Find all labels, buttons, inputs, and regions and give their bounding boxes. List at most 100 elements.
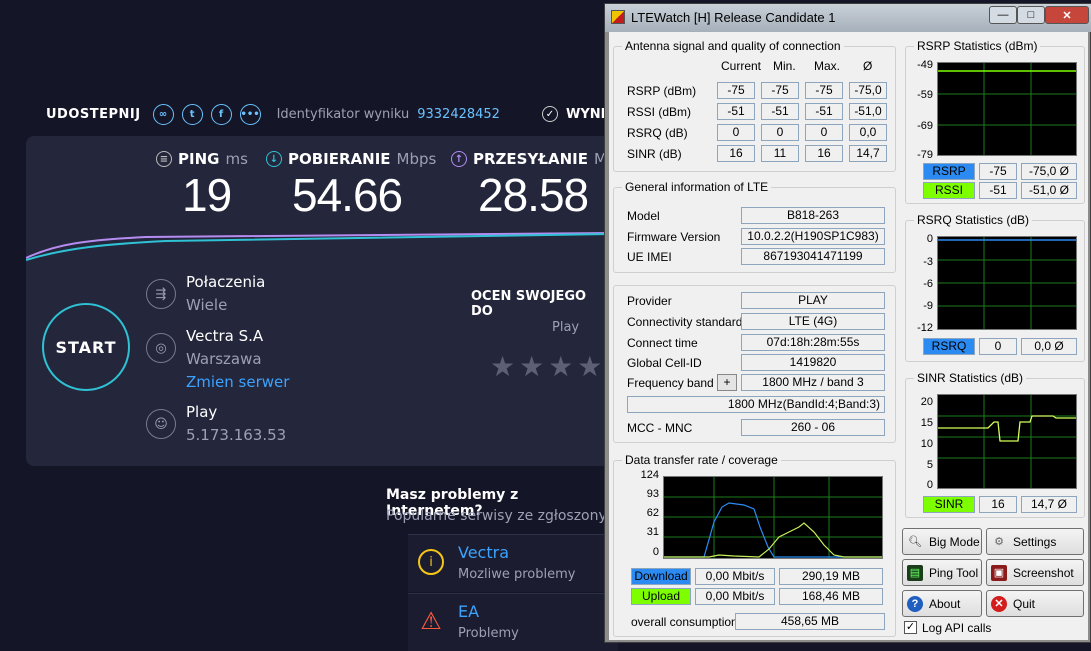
provider-value: PLAY <box>741 292 885 309</box>
download-value: 54.66 <box>292 169 403 221</box>
imei-label: UE IMEI <box>627 250 672 264</box>
download-unit: Mbps <box>396 150 437 168</box>
screenshot-icon: ▣ <box>991 564 1007 581</box>
link-icon[interactable]: ∞ <box>152 104 174 125</box>
facebook-icon[interactable]: f <box>210 104 232 125</box>
screenshot-button[interactable]: ▣ Screenshot <box>986 559 1084 586</box>
host-name: Play <box>186 403 218 421</box>
mcc-value: 260 - 06 <box>741 419 885 436</box>
connections-value[interactable]: Wiele <box>186 296 227 314</box>
rsrp-chart <box>937 62 1077 156</box>
provider-label: Provider <box>627 294 672 308</box>
settings-label: Settings <box>1013 534 1057 549</box>
ping-unit: ms <box>225 150 248 168</box>
sinr-y-tick: 5 <box>926 459 933 471</box>
result-id-label: Identyfikator wyniku <box>276 107 410 122</box>
band-detail: 1800 MHz(BandId:4;Band:3) <box>627 396 885 413</box>
model-label: Model <box>627 209 660 223</box>
download-line <box>26 233 610 261</box>
signal-value: -51 <box>761 103 799 120</box>
connect-time-label: Connect time <box>627 336 698 350</box>
header-current: Current <box>721 59 762 73</box>
rsrp-average: -75,0 Ø <box>1021 163 1077 180</box>
rate-provider-name: Play <box>552 320 580 335</box>
signal-row-label: RSSI (dBm) <box>627 105 692 119</box>
ping-header: ≡ PING ms <box>156 150 248 168</box>
cell-id-value: 1419820 <box>741 354 885 371</box>
sinr-chart <box>937 394 1077 489</box>
band-value: 1800 MHz / band 3 <box>741 374 885 391</box>
rsrp-y-tick: -79 <box>917 149 933 161</box>
model-value: B818-263 <box>741 207 885 224</box>
help-icon: ? <box>907 595 923 612</box>
rating-stars[interactable]: ★★★★ <box>490 350 606 383</box>
sinr-y-tick: 10 <box>920 438 933 450</box>
more-icon[interactable]: ••• <box>239 104 261 125</box>
transfer-y-tick: 62 <box>646 507 659 519</box>
transfer-y-tick: 93 <box>646 488 659 500</box>
firmware-label: Firmware Version <box>627 230 721 244</box>
signal-value: -51,0 <box>849 103 887 120</box>
signal-value: -51 <box>805 103 843 120</box>
gear-icon: ⚙ <box>994 536 1004 548</box>
quit-button[interactable]: ✕ Quit <box>986 590 1084 617</box>
start-button[interactable]: START <box>42 303 130 391</box>
general-group-label: General information of LTE <box>622 180 772 194</box>
signal-value: 0,0 <box>849 124 887 141</box>
rsrq-average: 0,0 Ø <box>1021 338 1077 355</box>
log-api-checkbox[interactable]: ✓ <box>904 621 917 634</box>
ping-icon: ≡ <box>156 151 172 167</box>
standard-label: Connectivity standard <box>627 315 743 329</box>
signal-value: 16 <box>805 145 843 162</box>
signal-value: 0 <box>717 124 755 141</box>
client-area: Antenna signal and quality of connection… <box>609 32 1088 640</box>
download-label: POBIERANIE <box>288 150 391 168</box>
upload-icon: ↑ <box>451 151 467 167</box>
service-item[interactable]: i Vectra Mozliwe problemy <box>408 534 618 592</box>
share-bar: UDOSTEPNIJ ∞ t f ••• Identyfikator wynik… <box>46 104 500 125</box>
upload-label: PRZESYŁANIE <box>473 150 588 168</box>
imei-value: 867193041471199 <box>741 248 885 265</box>
isp-city: Warszawa <box>186 350 262 368</box>
about-label: About <box>929 596 961 611</box>
settings-button[interactable]: ⚙ Settings <box>986 528 1084 555</box>
results-link[interactable]: ✓ WYNI <box>542 106 605 122</box>
rsrp-y-tick: -69 <box>917 120 933 132</box>
rssi-legend: RSSI <box>923 182 975 199</box>
twitter-icon[interactable]: t <box>181 104 203 125</box>
title-bar[interactable]: LTEWatch [H] Release Candidate 1 — □ ✕ <box>605 4 1091 32</box>
rsrq-y-tick: -12 <box>917 322 933 334</box>
big-mode-label: Big Mode <box>929 534 980 549</box>
signal-row-label: RSRQ (dB) <box>627 126 688 140</box>
band-label: Frequency band <box>627 376 714 390</box>
ping-tool-label: Ping Tool <box>929 565 979 580</box>
result-id[interactable]: 9332428452 <box>417 107 500 122</box>
service-item[interactable]: ⚠ EA Problemy <box>408 593 618 651</box>
service-name: Vectra <box>458 543 509 562</box>
signal-value: -75 <box>805 82 843 99</box>
quit-label: Quit <box>1013 596 1036 611</box>
check-icon: ✓ <box>542 106 558 122</box>
minimize-button[interactable]: — <box>989 6 1017 24</box>
download-total: 290,19 MB <box>779 568 883 585</box>
about-button[interactable]: ? About <box>902 590 982 617</box>
service-status: Mozliwe problemy <box>458 567 576 582</box>
terminal-icon: ▤ <box>907 564 923 581</box>
service-name: EA <box>458 602 480 621</box>
big-mode-button[interactable]: 🔍︎ Big Mode <box>902 528 982 555</box>
ping-tool-button[interactable]: ▤ Ping Tool <box>902 559 982 586</box>
change-server-link[interactable]: Zmien serwer <box>186 373 289 391</box>
mcc-label: MCC - MNC <box>627 421 693 435</box>
user-icon: ☺ <box>146 409 176 439</box>
log-api-label: Log API calls <box>922 621 992 635</box>
connections-label: Połaczenia <box>186 273 266 291</box>
sinr-y-tick: 0 <box>926 479 933 491</box>
maximize-button[interactable]: □ <box>1017 6 1045 24</box>
close-button[interactable]: ✕ <box>1045 6 1089 24</box>
rsrq-chart <box>937 236 1077 330</box>
magnifier-icon: 🔍︎ <box>908 536 922 548</box>
transfer-chart <box>663 476 883 559</box>
band-expand-button[interactable]: + <box>717 374 737 391</box>
upload-rate: 0,00 Mbit/s <box>695 588 775 605</box>
info-icon: i <box>418 549 444 575</box>
